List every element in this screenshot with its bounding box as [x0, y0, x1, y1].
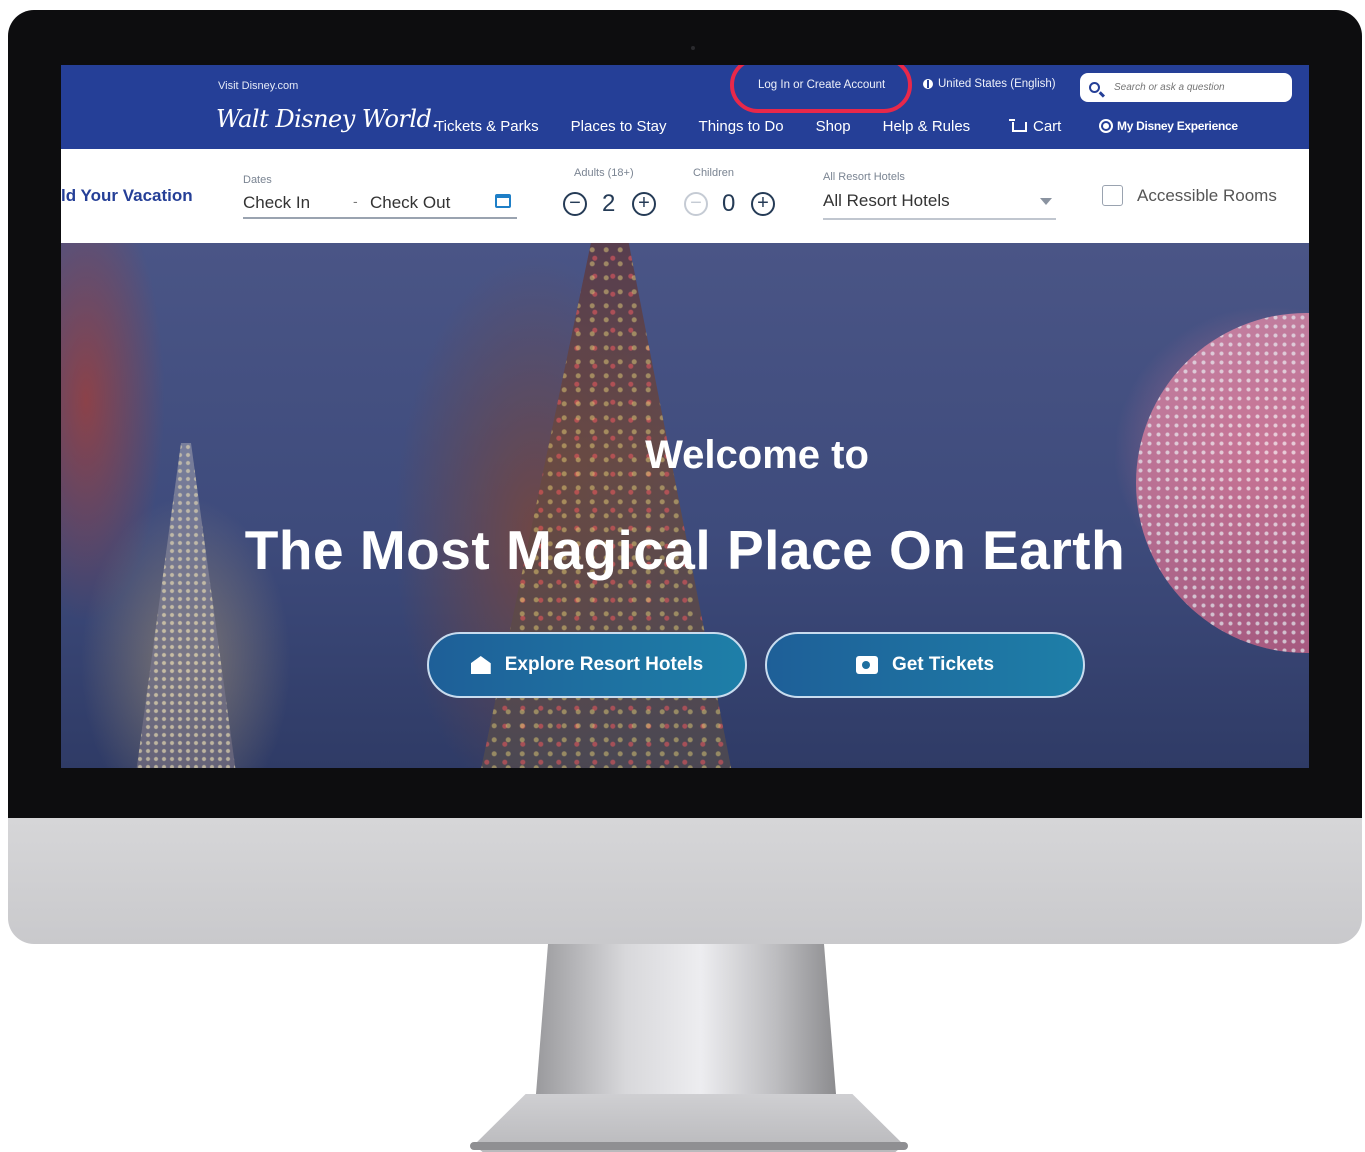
cart-link[interactable]: Cart	[1009, 118, 1062, 135]
adults-label: Adults (18+)	[574, 167, 634, 179]
calendar-icon[interactable]	[495, 194, 511, 208]
cart-label: Cart	[1033, 118, 1062, 135]
adults-count: 2	[602, 190, 616, 217]
explore-resort-hotels-button[interactable]: Explore Resort Hotels	[427, 632, 747, 698]
adults-minus-button[interactable]: −	[563, 192, 587, 216]
screen: Visit Disney.com Walt Disney World. Log …	[61, 65, 1309, 768]
resort-select[interactable]: All Resort Hotels	[823, 191, 950, 211]
get-tickets-button[interactable]: Get Tickets	[765, 632, 1085, 698]
dates-underline	[243, 217, 517, 219]
monitor-stand-neck	[536, 944, 836, 1094]
hero-banner: Welcome to The Most Magical Place On Ear…	[61, 243, 1309, 768]
globe-icon	[923, 79, 933, 89]
children-plus-button[interactable]: +	[751, 192, 775, 216]
nav-shop[interactable]: Shop	[816, 118, 851, 135]
search-input[interactable]	[1112, 81, 1286, 94]
visit-disney-link[interactable]: Visit Disney.com	[218, 80, 298, 92]
search-box[interactable]	[1080, 73, 1292, 102]
hero-headline: The Most Magical Place On Earth	[244, 519, 1126, 581]
resort-label: All Resort Hotels	[823, 171, 905, 183]
dates-label: Dates	[243, 174, 272, 186]
children-minus-button[interactable]: −	[684, 192, 708, 216]
locale-selector[interactable]: United States (English)	[923, 78, 1056, 90]
cart-icon	[1009, 118, 1027, 132]
explore-hotels-label: Explore Resort Hotels	[504, 654, 704, 675]
background-sphere	[1136, 313, 1309, 653]
booking-title: ld Your Vacation	[61, 186, 193, 205]
nav-places-to-stay[interactable]: Places to Stay	[571, 118, 667, 135]
wdw-logo[interactable]: Walt Disney World.	[216, 105, 439, 133]
top-navigation: Visit Disney.com Walt Disney World. Log …	[61, 65, 1309, 149]
get-tickets-label: Get Tickets	[891, 654, 995, 675]
resort-underline	[823, 218, 1056, 220]
hero-welcome: Welcome to	[645, 433, 869, 477]
monitor-chin	[8, 818, 1362, 944]
check-out-field[interactable]: Check Out	[370, 193, 450, 213]
nav-tickets-parks[interactable]: Tickets & Parks	[435, 118, 539, 135]
check-in-field[interactable]: Check In	[243, 193, 310, 213]
mickey-icon	[1099, 119, 1113, 133]
highlight-circle	[730, 65, 912, 113]
nav-things-to-do[interactable]: Things to Do	[699, 118, 784, 135]
adults-plus-button[interactable]: +	[632, 192, 656, 216]
date-separator: -	[353, 193, 358, 209]
children-label: Children	[693, 167, 734, 179]
monitor-stand-edge	[470, 1142, 908, 1150]
chevron-down-icon[interactable]	[1040, 198, 1052, 205]
search-icon[interactable]	[1089, 82, 1100, 93]
hotel-icon	[470, 656, 491, 674]
accessible-rooms-checkbox[interactable]	[1102, 185, 1123, 206]
background-tree-small	[136, 443, 236, 768]
nav-help-rules[interactable]: Help & Rules	[883, 118, 971, 135]
booking-bar: ld Your Vacation Dates Check In - Check …	[61, 149, 1309, 243]
locale-label: United States (English)	[938, 78, 1056, 90]
main-menu: Tickets & Parks Places to Stay Things to…	[435, 118, 1002, 135]
children-count: 0	[722, 190, 736, 217]
ticket-icon	[855, 656, 878, 674]
my-disney-experience-link[interactable]: My Disney Experience	[1099, 119, 1238, 133]
mde-label: My Disney Experience	[1117, 119, 1238, 133]
accessible-rooms-label[interactable]: Accessible Rooms	[1137, 186, 1277, 206]
camera-dot	[691, 46, 695, 50]
